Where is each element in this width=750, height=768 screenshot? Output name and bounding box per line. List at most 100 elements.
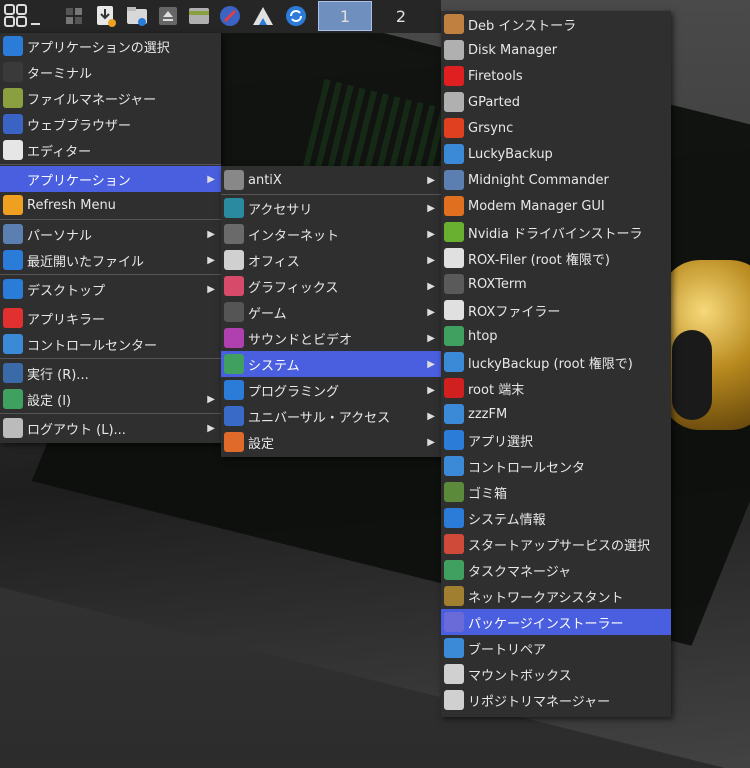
system-menu-item[interactable]: luckyBackup (root 権限で): [441, 349, 671, 375]
system-menu-item[interactable]: LuckyBackup: [441, 141, 671, 167]
system-menu-item[interactable]: htop: [441, 323, 671, 349]
system-menu-item[interactable]: ROXTerm: [441, 271, 671, 297]
file-manager-folder-icon[interactable]: [186, 3, 212, 29]
menu-item-label: ROX-Filer (root 権限で): [468, 252, 610, 268]
system-menu-item[interactable]: タスクマネージャ: [441, 557, 671, 583]
main-menu-item[interactable]: アプリケーション ▶: [0, 166, 221, 192]
mount-icon[interactable]: [250, 3, 276, 29]
package-installer-icon[interactable]: [93, 3, 119, 29]
system-menu-item[interactable]: ROX-Filer (root 権限で): [441, 245, 671, 271]
multimedia-icon: [224, 328, 244, 348]
main-menu-item[interactable]: アプリケーションの選択: [0, 33, 221, 59]
menu-item-label: リポジトリマネージャー: [468, 694, 611, 710]
main-menu-item[interactable]: アプリキラー: [0, 305, 221, 331]
terminal-icon: [3, 62, 23, 82]
eject-icon[interactable]: [155, 3, 181, 29]
main-menu-item[interactable]: 設定 (I) ▶: [0, 386, 221, 412]
apps-menu-item[interactable]: 設定 ▶: [221, 429, 441, 455]
apps-grid-icon: [3, 169, 23, 189]
menu-item-label: アプリキラー: [27, 312, 106, 328]
main-menu-item[interactable]: ファイルマネージャー: [0, 85, 221, 111]
workspace-1-button[interactable]: 1: [318, 1, 372, 31]
main-menu-item[interactable]: エディター: [0, 137, 221, 163]
system-menu-item[interactable]: Nvidia ドライバインストーラ: [441, 219, 671, 245]
main-menu-item[interactable]: コントロールセンター: [0, 331, 221, 357]
apps-menu-item[interactable]: グラフィックス ▶: [221, 273, 441, 299]
system-menu-item[interactable]: ゴミ箱: [441, 479, 671, 505]
apps-menu-item[interactable]: システム ▶: [221, 351, 441, 377]
system-menu-item[interactable]: GParted: [441, 89, 671, 115]
apps-menu-item[interactable]: プログラミング ▶: [221, 377, 441, 403]
system-menu-item[interactable]: リポジトリマネージャー: [441, 687, 671, 713]
menu-item-label: パッケージインストーラー: [468, 616, 624, 632]
system-menu-item[interactable]: コントロールセンタ: [441, 453, 671, 479]
game-icon: [224, 302, 244, 322]
apps-menu-item[interactable]: インターネット ▶: [221, 221, 441, 247]
menu-item-label: 設定 (I): [27, 393, 72, 409]
minimize-all-icon[interactable]: [30, 3, 42, 29]
system-menu-item[interactable]: root 端末: [441, 375, 671, 401]
main-menu-item[interactable]: ウェブブラウザー: [0, 111, 221, 137]
system-menu-item[interactable]: Midnight Commander: [441, 167, 671, 193]
modem-icon: [444, 196, 464, 216]
system-menu-item[interactable]: Modem Manager GUI: [441, 193, 671, 219]
sync-icon[interactable]: [283, 3, 309, 29]
system-menu-item[interactable]: ROXファイラー: [441, 297, 671, 323]
main-menu-item[interactable]: 実行 (R)...: [0, 360, 221, 386]
apps-menu-item[interactable]: antiX ▶: [221, 167, 441, 193]
main-menu-item[interactable]: パーソナル ▶: [0, 221, 221, 247]
control-center-icon: [3, 334, 23, 354]
apps-menu-item[interactable]: アクセサリ ▶: [221, 195, 441, 221]
system-menu-item[interactable]: Grsync: [441, 115, 671, 141]
menu-item-label: 設定: [248, 436, 275, 452]
system-menu-item[interactable]: ネットワークアシスタント: [441, 583, 671, 609]
system-menu-item[interactable]: システム情報: [441, 505, 671, 531]
menu-item-label: スタートアップサービスの選択: [468, 538, 651, 554]
apps-menu-item[interactable]: オフィス ▶: [221, 247, 441, 273]
zzzfm-icon: [444, 404, 464, 424]
system-icon: [224, 354, 244, 374]
main-menu-item[interactable]: Refresh Menu: [0, 192, 221, 218]
midnight-commander-icon: [444, 170, 464, 190]
menu-item-label: root 端末: [468, 382, 525, 398]
system-menu-item[interactable]: Deb インストーラ: [441, 11, 671, 37]
system-menu-item[interactable]: ブートリペア: [441, 635, 671, 661]
menu-item-label: ウェブブラウザー: [27, 118, 132, 134]
file-manager-icon[interactable]: [124, 3, 150, 29]
control-center-icon: [444, 456, 464, 476]
menu-item-label: Modem Manager GUI: [468, 198, 605, 214]
menu-item-label: ROXTerm: [468, 276, 527, 292]
main-menu-item[interactable]: ターミナル: [0, 59, 221, 85]
accessories-icon: [224, 198, 244, 218]
htop-icon: [444, 326, 464, 346]
system-menu-item[interactable]: スタートアップサービスの選択: [441, 531, 671, 557]
menu-separator: [0, 274, 221, 275]
system-menu-item[interactable]: zzzFM: [441, 401, 671, 427]
web-browser-icon[interactable]: [217, 3, 243, 29]
submenu-arrow-icon: ▶: [207, 254, 215, 266]
system-menu-item[interactable]: Disk Manager: [441, 37, 671, 63]
main-menu-item[interactable]: 最近開いたファイル ▶: [0, 247, 221, 273]
submenu-arrow-icon: ▶: [207, 393, 215, 405]
system-menu-item[interactable]: パッケージインストーラー: [441, 609, 671, 635]
network-assistant-icon: [444, 586, 464, 606]
menu-item-label: マウントボックス: [468, 668, 572, 684]
menu-item-label: ユニバーサル・アクセス: [248, 410, 391, 426]
workspace-pager-icon[interactable]: [62, 3, 88, 29]
system-menu-item[interactable]: Firetools: [441, 63, 671, 89]
workspace-2-button[interactable]: 2: [374, 1, 428, 31]
system-menu-item[interactable]: マウントボックス: [441, 661, 671, 687]
apps-menu-item[interactable]: サウンドとビデオ ▶: [221, 325, 441, 351]
main-menu-item[interactable]: ログアウト (L)... ▶: [0, 415, 221, 441]
main-menu-item[interactable]: デスクトップ ▶: [0, 276, 221, 302]
submenu-arrow-icon: ▶: [427, 254, 435, 266]
apps-menu-item[interactable]: ゲーム ▶: [221, 299, 441, 325]
menu-grid-icon[interactable]: [3, 3, 29, 29]
desktop-icon: [3, 279, 23, 299]
system-menu-item[interactable]: アプリ選択: [441, 427, 671, 453]
recent-icon: [3, 250, 23, 270]
menu-separator: [0, 358, 221, 359]
submenu-arrow-icon: ▶: [427, 384, 435, 396]
office-icon: [224, 250, 244, 270]
apps-menu-item[interactable]: ユニバーサル・アクセス ▶: [221, 403, 441, 429]
